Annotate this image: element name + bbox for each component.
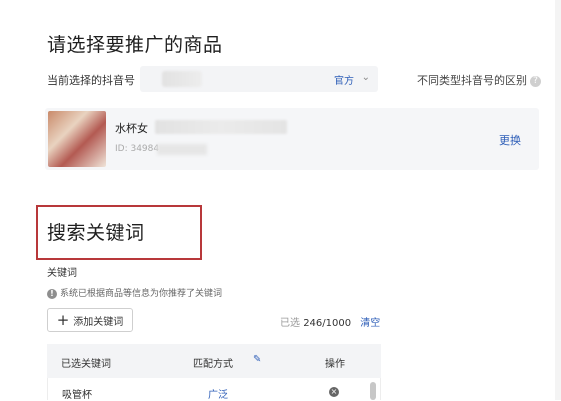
account-help-link[interactable]: 不同类型抖音号的区别?: [417, 72, 541, 88]
product-name: 水杯女: [115, 122, 148, 135]
keyword-count: 已选 246/1000 清空: [280, 314, 380, 329]
keywords-notice-text: 系统已根据商品等信息为你推荐了关键词: [60, 289, 223, 299]
account-help-text: 不同类型抖音号的区别: [417, 74, 527, 87]
account-select[interactable]: 官方 ⌄: [140, 66, 378, 92]
clear-keywords-button[interactable]: 清空: [360, 318, 380, 329]
table-scrollbar[interactable]: [370, 382, 376, 400]
product-name-blurred: [155, 120, 287, 134]
column-header-action: 操作: [325, 359, 345, 370]
keyword-count-value: 246/1000: [303, 318, 352, 329]
plus-icon: +: [56, 310, 70, 329]
account-label: 当前选择的抖音号: [47, 74, 135, 87]
account-avatar-blurred: [162, 71, 202, 87]
keyword-table-header: 已选关键词 匹配方式 ✎ 操作: [47, 344, 381, 378]
column-header-match: 匹配方式: [193, 359, 233, 370]
edit-match-icon[interactable]: ✎: [253, 354, 261, 365]
account-select-value: 官方: [334, 76, 354, 87]
add-keyword-button[interactable]: + 添加关键词: [47, 308, 133, 332]
product-card: 水杯女 ID: 34984 更换: [45, 108, 539, 170]
add-keyword-label: 添加关键词: [73, 316, 124, 328]
question-circle-icon: ?: [530, 75, 541, 87]
page-title: 请选择要推广的商品: [47, 34, 223, 56]
row-keyword: 吸管杯: [62, 390, 92, 401]
product-id-blurred: [157, 144, 207, 155]
keywords-field-label: 关键词: [47, 268, 77, 279]
table-row: 吸管杯 广泛 ×: [47, 378, 381, 401]
column-header-keyword: 已选关键词: [61, 359, 111, 370]
keywords-notice: ! 系统已根据商品等信息为你推荐了关键词: [47, 286, 222, 299]
page-scrollbar[interactable]: [555, 0, 561, 400]
keyword-count-prefix: 已选: [280, 318, 300, 329]
chevron-down-icon: ⌄: [361, 72, 370, 83]
row-match-select[interactable]: 广泛: [208, 386, 228, 401]
remove-icon[interactable]: ×: [329, 387, 339, 397]
info-icon: !: [47, 288, 57, 299]
change-product-button[interactable]: 更换: [499, 132, 521, 148]
keywords-section-title: 搜索关键词: [47, 222, 145, 244]
product-thumbnail: [48, 111, 106, 167]
product-id: ID: 34984: [115, 144, 160, 154]
